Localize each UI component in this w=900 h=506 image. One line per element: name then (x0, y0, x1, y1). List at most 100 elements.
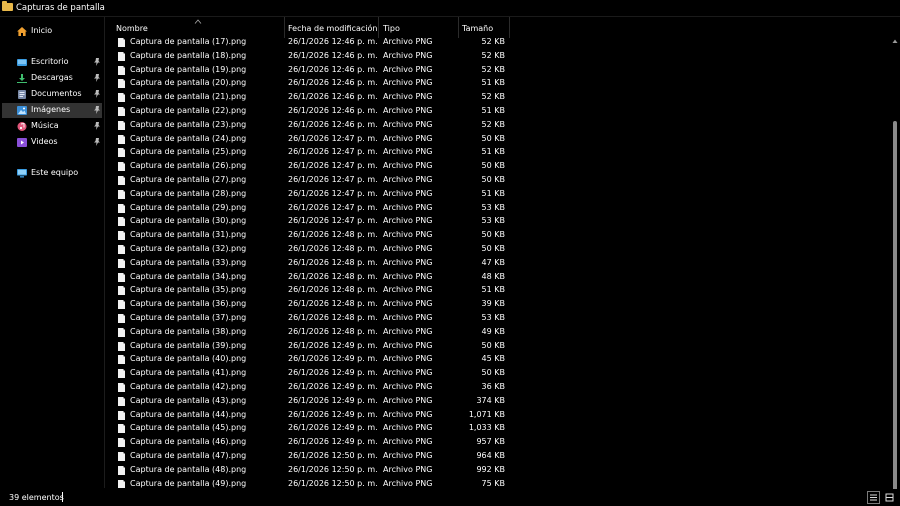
file-row[interactable]: Captura de pantalla (49).png 26/1/2026 12… (105, 478, 895, 488)
file-date: 26/1/2026 12:46 p. m. (288, 92, 378, 102)
file-type: Archivo PNG (383, 340, 433, 350)
nav-item-escritorio[interactable]: Escritorio (2, 55, 102, 70)
file-type: Archivo PNG (383, 368, 433, 378)
file-size: 52 KB (481, 50, 505, 60)
title-bar: Capturas de pantalla (0, 0, 900, 17)
file-row[interactable]: Captura de pantalla (42).png 26/1/2026 12… (105, 381, 895, 395)
file-type: Archivo PNG (383, 271, 433, 281)
details-view-button[interactable] (867, 491, 880, 504)
nav-item-imagenes[interactable]: Imágenes (2, 103, 102, 118)
file-row[interactable]: Captura de pantalla (32).png 26/1/2026 12… (105, 243, 895, 257)
file-icon (118, 162, 125, 172)
file-row[interactable]: Captura de pantalla (19).png 26/1/2026 12… (105, 64, 895, 78)
file-date: 26/1/2026 12:46 p. m. (288, 105, 378, 115)
file-row[interactable]: Captura de pantalla (33).png 26/1/2026 12… (105, 257, 895, 271)
file-row[interactable]: Captura de pantalla (24).png 26/1/2026 12… (105, 133, 895, 147)
file-size: 53 KB (481, 202, 505, 212)
nav-item-label: Inicio (31, 26, 53, 35)
file-row[interactable]: Captura de pantalla (34).png 26/1/2026 12… (105, 271, 895, 285)
column-header-type[interactable]: Tipo (379, 17, 458, 37)
file-row[interactable]: Captura de pantalla (45).png 26/1/2026 12… (105, 422, 895, 436)
file-row[interactable]: Captura de pantalla (22).png 26/1/2026 12… (105, 105, 895, 119)
file-row[interactable]: Captura de pantalla (44).png 26/1/2026 12… (105, 409, 895, 423)
file-row[interactable]: Captura de pantalla (37).png 26/1/2026 12… (105, 312, 895, 326)
file-name: Captura de pantalla (27).png (130, 174, 247, 184)
file-row[interactable]: Captura de pantalla (43).png 26/1/2026 12… (105, 395, 895, 409)
nav-item-este-equipo[interactable]: Este equipo (2, 166, 102, 181)
file-name: Captura de pantalla (35).png (130, 285, 247, 295)
file-row[interactable]: Captura de pantalla (29).png 26/1/2026 12… (105, 202, 895, 216)
file-name: Captura de pantalla (39).png (130, 340, 247, 350)
pin-icon[interactable] (93, 138, 101, 147)
file-row[interactable]: Captura de pantalla (38).png 26/1/2026 12… (105, 326, 895, 340)
file-icon (118, 424, 125, 434)
file-name: Captura de pantalla (28).png (130, 188, 247, 198)
nav-item-documentos[interactable]: Documentos (2, 87, 102, 102)
file-row[interactable]: Captura de pantalla (18).png 26/1/2026 12… (105, 50, 895, 64)
file-icon (118, 120, 125, 130)
file-row[interactable]: Captura de pantalla (41).png 26/1/2026 12… (105, 367, 895, 381)
file-row[interactable]: Captura de pantalla (47).png 26/1/2026 12… (105, 450, 895, 464)
file-type: Archivo PNG (383, 312, 433, 322)
column-header-size[interactable]: Tamaño (459, 17, 509, 37)
file-type: Archivo PNG (383, 395, 433, 405)
scroll-up-arrow-icon[interactable] (892, 37, 898, 43)
file-row[interactable]: Captura de pantalla (25).png 26/1/2026 12… (105, 146, 895, 160)
file-row[interactable]: Captura de pantalla (31).png 26/1/2026 12… (105, 229, 895, 243)
file-list: Nombre Fecha de modificación Tipo Tamaño… (105, 17, 900, 503)
nav-item-inicio[interactable]: Inicio (2, 24, 102, 39)
file-date: 26/1/2026 12:48 p. m. (288, 257, 378, 267)
window-title: Capturas de pantalla (16, 3, 105, 13)
file-date: 26/1/2026 12:46 p. m. (288, 119, 378, 129)
pin-icon[interactable] (93, 106, 101, 115)
file-name: Captura de pantalla (48).png (130, 464, 247, 474)
file-size: 52 KB (481, 64, 505, 74)
file-icon (118, 355, 125, 365)
file-row[interactable]: Captura de pantalla (17).png 26/1/2026 12… (105, 36, 895, 50)
file-icon (118, 65, 125, 75)
nav-item-videos[interactable]: Videos (2, 135, 102, 150)
pin-icon[interactable] (93, 90, 101, 99)
folder-icon (2, 1, 13, 11)
file-row[interactable]: Captura de pantalla (26).png 26/1/2026 12… (105, 160, 895, 174)
scroll-thumb[interactable] (893, 121, 897, 495)
file-row[interactable]: Captura de pantalla (48).png 26/1/2026 12… (105, 464, 895, 478)
file-row[interactable]: Captura de pantalla (40).png 26/1/2026 12… (105, 353, 895, 367)
file-size: 50 KB (481, 243, 505, 253)
column-header-date[interactable]: Fecha de modificación (285, 17, 378, 37)
file-row[interactable]: Captura de pantalla (30).png 26/1/2026 12… (105, 215, 895, 229)
status-divider (62, 492, 63, 502)
file-name: Captura de pantalla (44).png (130, 409, 247, 419)
file-size: 51 KB (481, 188, 505, 198)
pin-icon[interactable] (93, 74, 101, 83)
file-row[interactable]: Captura de pantalla (39).png 26/1/2026 12… (105, 340, 895, 354)
file-icon (118, 79, 125, 89)
file-name: Captura de pantalla (29).png (130, 202, 247, 212)
file-size: 50 KB (481, 133, 505, 143)
file-row[interactable]: Captura de pantalla (23).png 26/1/2026 12… (105, 119, 895, 133)
column-header-name[interactable]: Nombre (105, 17, 284, 37)
column-resize-handle[interactable] (509, 17, 510, 38)
file-row[interactable]: Captura de pantalla (28).png 26/1/2026 12… (105, 188, 895, 202)
file-row[interactable]: Captura de pantalla (36).png 26/1/2026 12… (105, 298, 895, 312)
nav-item-musica[interactable]: Música (2, 119, 102, 134)
file-row[interactable]: Captura de pantalla (20).png 26/1/2026 12… (105, 77, 895, 91)
file-name: Captura de pantalla (19).png (130, 64, 247, 74)
file-row[interactable]: Captura de pantalla (46).png 26/1/2026 12… (105, 436, 895, 450)
file-size: 51 KB (481, 147, 505, 157)
nav-item-descargas[interactable]: Descargas (2, 71, 102, 86)
file-row[interactable]: Captura de pantalla (21).png 26/1/2026 12… (105, 91, 895, 105)
pin-icon[interactable] (93, 58, 101, 67)
file-row[interactable]: Captura de pantalla (35).png 26/1/2026 12… (105, 284, 895, 298)
file-date: 26/1/2026 12:49 p. m. (288, 409, 378, 419)
tiles-view-button[interactable] (883, 491, 896, 504)
file-type: Archivo PNG (383, 174, 433, 184)
file-icon (118, 203, 125, 213)
vertical-scrollbar[interactable] (892, 37, 898, 503)
file-icon (118, 341, 125, 351)
home-icon (17, 27, 27, 36)
pin-icon[interactable] (93, 122, 101, 131)
file-row[interactable]: Captura de pantalla (27).png 26/1/2026 12… (105, 174, 895, 188)
file-icon (118, 51, 125, 61)
file-size: 992 KB (476, 464, 505, 474)
